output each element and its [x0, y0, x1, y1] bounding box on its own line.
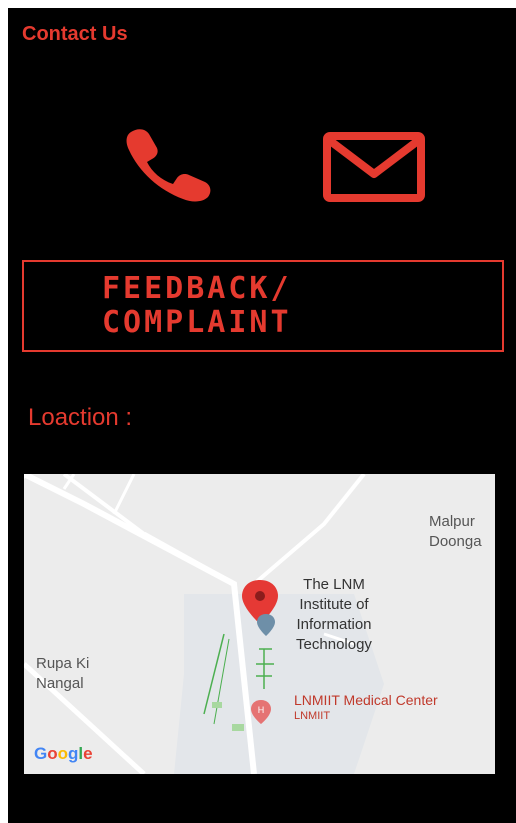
- google-logo: Google: [34, 744, 93, 763]
- feedback-label-line1: FEEDBACK/: [102, 271, 292, 306]
- phone-icon[interactable]: [123, 126, 215, 202]
- map-label-rupa-ki-nangal: Rupa Ki Nangal: [36, 655, 90, 692]
- map-label-malpur-doonga: Malpur Doonga: [429, 513, 482, 550]
- feedback-complaint-button[interactable]: FEEDBACK/ COMPLAINT: [22, 260, 504, 352]
- map-roads: H: [24, 474, 495, 774]
- location-label: Loaction :: [28, 404, 133, 431]
- map-label-medical-center: LNMIIT Medical Center LNMIIT: [294, 692, 438, 722]
- svg-text:H: H: [258, 705, 265, 715]
- mail-icon[interactable]: [323, 132, 425, 202]
- page-title: Contact Us: [22, 23, 128, 45]
- contact-screen: Contact Us FEEDBACK/ COMPLAINT Loaction …: [8, 8, 516, 823]
- feedback-label-line2: COMPLAINT: [102, 305, 292, 340]
- map-label-lnmiit: The LNM Institute of Information Technol…: [296, 576, 372, 653]
- map-view[interactable]: H Rupa Ki Nangal Malpur Doonga The LNM I…: [24, 474, 495, 774]
